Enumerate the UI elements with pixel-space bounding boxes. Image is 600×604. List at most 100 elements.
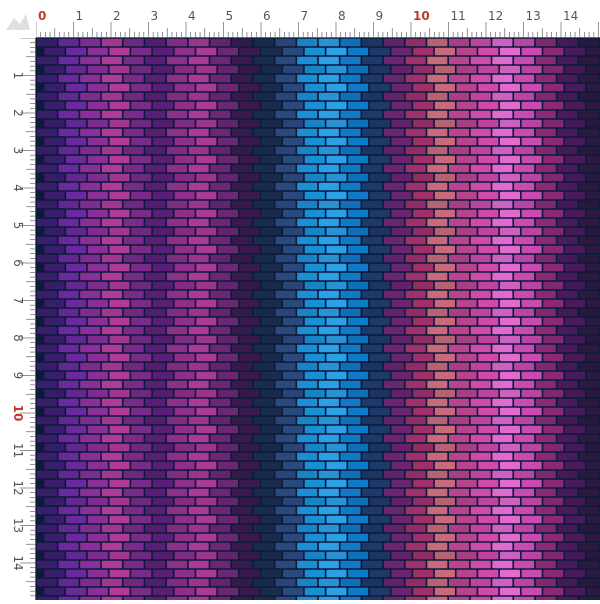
fabric-brick — [123, 92, 144, 101]
fabric-brick — [391, 551, 412, 560]
fabric-brick — [340, 452, 361, 461]
fabric-brick — [101, 74, 122, 83]
fabric-brick — [340, 74, 361, 83]
fabric-brick — [131, 137, 152, 146]
fabric-brick — [514, 110, 535, 119]
fabric-brick — [66, 65, 87, 74]
fabric-brick — [521, 515, 542, 524]
fabric-brick — [80, 506, 101, 515]
fabric-brick — [413, 299, 434, 308]
fabric-brick — [478, 191, 499, 200]
fabric-brick — [283, 299, 304, 308]
fabric-brick — [275, 308, 296, 317]
fabric-brick — [36, 254, 57, 263]
fabric-brick — [188, 38, 209, 47]
fabric-brick — [499, 299, 521, 308]
fabric-brick — [318, 452, 339, 461]
fabric-brick — [362, 434, 383, 443]
fabric-brick — [499, 407, 521, 416]
fabric-brick — [261, 155, 282, 164]
fabric-brick — [87, 119, 108, 128]
fabric-brick — [405, 362, 426, 371]
fabric-brick — [239, 335, 260, 344]
fabric-brick — [557, 290, 578, 299]
fabric-brick — [275, 578, 296, 587]
fabric-brick — [478, 155, 499, 164]
fabric-brick — [297, 128, 318, 137]
fabric-brick — [557, 506, 578, 515]
fabric-brick — [405, 344, 426, 353]
fabric-brick — [579, 326, 600, 335]
fabric-brick — [478, 137, 499, 146]
fabric-brick — [478, 65, 499, 74]
fabric-brick — [217, 515, 239, 524]
fabric-brick — [87, 407, 108, 416]
fabric-brick — [521, 191, 542, 200]
fabric-brick — [36, 200, 57, 209]
fabric-brick — [340, 578, 361, 587]
fabric-brick — [383, 416, 404, 425]
fabric-brick — [383, 110, 404, 119]
fabric-brick — [36, 560, 57, 569]
fabric-brick — [470, 290, 491, 299]
fabric-brick — [405, 74, 426, 83]
fabric-brick — [174, 335, 195, 344]
fabric-brick — [318, 128, 339, 137]
fabric-brick — [101, 452, 122, 461]
fabric-brick — [391, 479, 412, 488]
fabric-brick — [369, 137, 390, 146]
fabric-brick — [166, 146, 188, 155]
fabric-brick — [413, 479, 434, 488]
fabric-brick — [217, 551, 239, 560]
fabric-brick — [470, 236, 491, 245]
fabric-brick — [196, 299, 217, 308]
fabric-brick — [383, 380, 404, 389]
fabric-brick — [340, 92, 361, 101]
fabric-brick — [297, 290, 318, 299]
fabric-brick — [456, 443, 477, 452]
fabric-brick — [174, 83, 195, 92]
fabric-brick — [565, 65, 586, 74]
fabric-brick — [427, 524, 448, 533]
fabric-brick — [297, 506, 318, 515]
fabric-brick — [318, 182, 339, 191]
fabric-brick — [304, 65, 325, 74]
fabric-brick — [391, 263, 412, 272]
fabric-brick — [239, 515, 260, 524]
fabric-brick — [434, 515, 455, 524]
fabric-brick — [413, 497, 434, 506]
fabric-brick — [383, 128, 404, 137]
fabric-brick — [253, 326, 274, 335]
fabric-brick — [174, 209, 195, 218]
left-ruler-label: 13 — [11, 518, 25, 533]
fabric-brick — [565, 101, 586, 110]
fabric-brick — [304, 335, 325, 344]
fabric-brick — [586, 227, 600, 236]
fabric-brick — [557, 236, 578, 245]
fabric-brick — [152, 551, 173, 560]
fabric-brick — [66, 83, 87, 92]
fabric-brick — [492, 488, 513, 497]
fabric-brick — [586, 317, 600, 326]
fabric-brick — [66, 245, 87, 254]
fabric-brick — [543, 533, 564, 542]
fabric-brick — [145, 542, 166, 551]
fabric-brick — [66, 425, 87, 434]
fabric-brick — [535, 236, 556, 245]
fabric-brick — [196, 353, 217, 362]
fabric-brick — [297, 74, 318, 83]
fabric-brick — [369, 389, 390, 398]
fabric-brick — [362, 290, 383, 299]
fabric-brick — [362, 254, 383, 263]
fabric-brick — [166, 380, 188, 389]
fabric-brick — [210, 272, 231, 281]
fabric-brick — [557, 488, 578, 497]
fabric-brick — [80, 452, 101, 461]
fabric-brick — [304, 47, 325, 56]
fabric-brick — [514, 254, 535, 263]
fabric-brick — [413, 425, 434, 434]
fabric-brick — [340, 308, 361, 317]
fabric-brick — [217, 227, 239, 236]
fabric-brick — [239, 533, 260, 542]
fabric-brick — [470, 56, 491, 65]
